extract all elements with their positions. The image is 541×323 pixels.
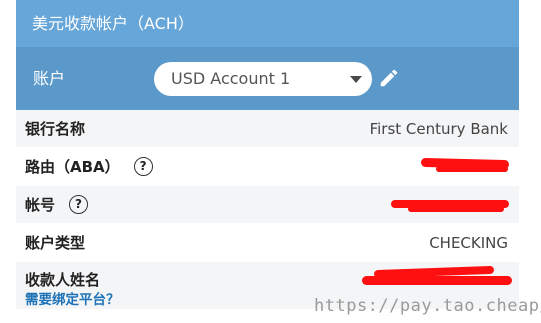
page-title: 美元收款帐户（ACH）: [16, 0, 519, 47]
bank-name-value: First Century Bank: [369, 120, 508, 138]
account-dropdown-value: USD Account 1: [171, 69, 291, 88]
account-type-value: CHECKING: [429, 234, 508, 252]
watermark: https://pay.tao.cheap/: [314, 296, 541, 316]
detail-row-account-number: 帐号?: [16, 186, 519, 224]
account-type-label: 账户类型: [25, 234, 86, 252]
account-dropdown[interactable]: USD Account 1: [154, 62, 372, 96]
question-circle-icon[interactable]: ?: [133, 156, 153, 176]
pencil-edit-icon[interactable]: [378, 67, 400, 89]
bind-platform-link[interactable]: 需要绑定平台？: [25, 290, 120, 310]
payee-name-redaction-2: [362, 276, 512, 285]
detail-row-bank-name: 银行名称 First Century Bank: [16, 110, 519, 148]
payee-name-label: 收款人姓名: [25, 271, 101, 289]
routing-redaction-2: [436, 166, 508, 172]
account-label: 账户: [33, 69, 66, 88]
account-number-label-group: 帐号?: [25, 186, 89, 224]
detail-row-account-type: 账户类型 CHECKING: [16, 224, 519, 262]
account-number-label: 帐号: [25, 196, 56, 214]
account-number-redaction-2: [408, 206, 504, 212]
bank-name-label: 银行名称: [25, 120, 86, 138]
chevron-down-icon: [350, 76, 362, 83]
account-details-list: 银行名称 First Century Bank 路由（ABA）? 帐号? 账户类…: [16, 110, 519, 310]
routing-label-group: 路由（ABA）?: [25, 148, 153, 186]
routing-label: 路由（ABA）: [25, 158, 120, 176]
account-selector-bar: 账户 USD Account 1: [16, 47, 519, 110]
ach-account-card: 美元收款帐户（ACH） 账户 USD Account 1 银行名称 First …: [16, 0, 519, 323]
question-circle-icon[interactable]: ?: [69, 194, 89, 214]
detail-row-routing: 路由（ABA）?: [16, 148, 519, 186]
